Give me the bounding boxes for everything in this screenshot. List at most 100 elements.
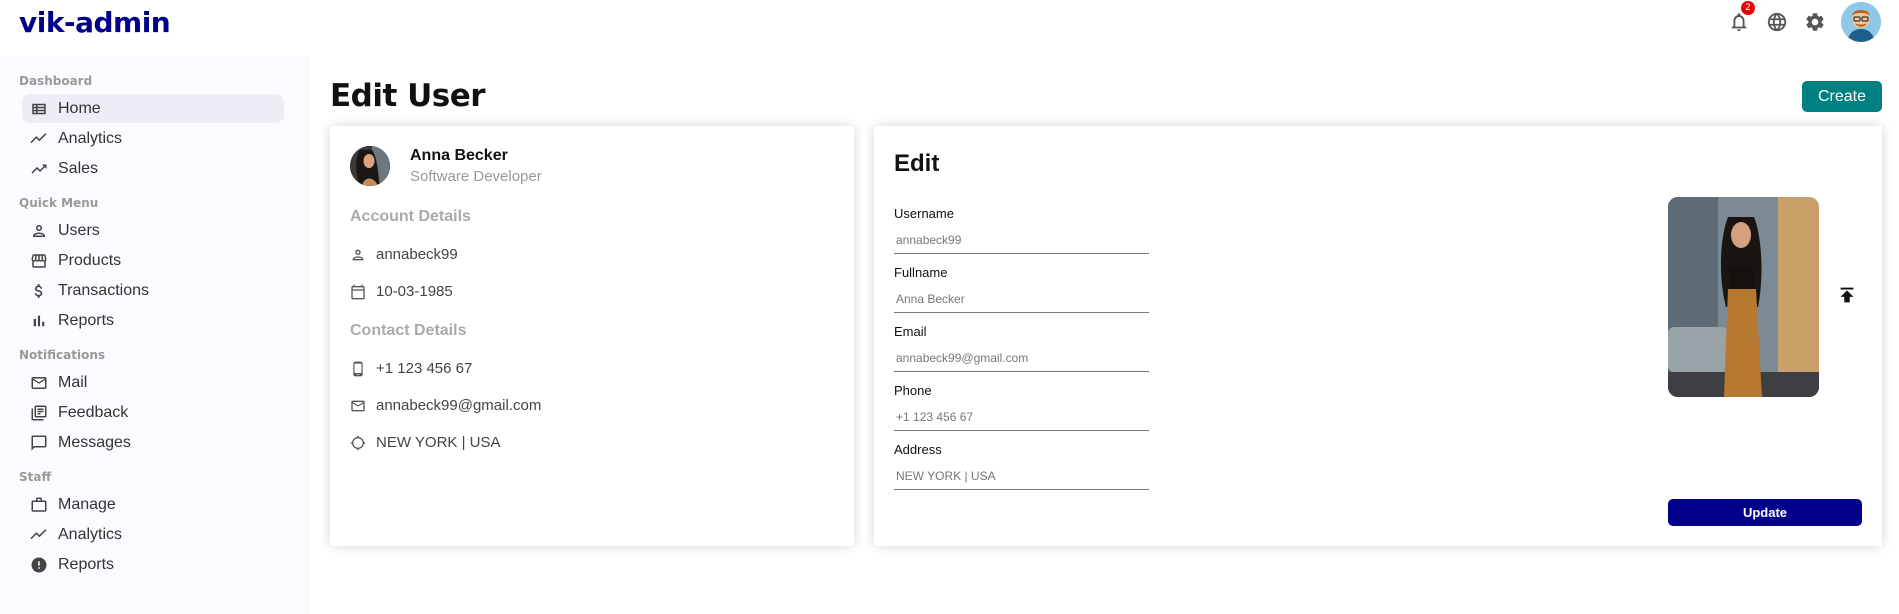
timeline-icon [30, 528, 47, 539]
language-icon[interactable] [1765, 10, 1789, 34]
birthday-value: 10-03-1985 [376, 283, 453, 300]
sidebar-item-label: Analytics [58, 525, 123, 543]
chat-icon [31, 435, 47, 450]
create-button[interactable]: Create [1802, 81, 1882, 112]
sidebar-item-label: Products [58, 251, 122, 269]
account-details-title: Account Details [350, 208, 471, 225]
sidebar-item-feedback[interactable]: Feedback [22, 398, 284, 427]
sidebar-item-staff-analytics[interactable]: Analytics [22, 520, 284, 549]
sidebar-section-staff: Staff Manage Analytics Reports [0, 470, 310, 579]
user-show-card: Anna Becker Software Developer Account D… [330, 126, 854, 546]
sidebar: Dashboard Home Analytics Sales Quick Men… [0, 56, 310, 614]
page-title: Edit User [330, 78, 486, 114]
username-label: Username [894, 206, 954, 221]
email-value: annabeck99@gmail.com [376, 397, 542, 414]
sidebar-item-messages[interactable]: Messages [22, 428, 284, 457]
sidebar-item-label: Sales [58, 159, 99, 177]
address-field[interactable] [894, 463, 1149, 490]
info-username: annabeck99 [350, 246, 834, 263]
sidebar-section-quick-menu: Quick Menu Users Products Transactions R… [0, 196, 310, 335]
phone-icon [353, 361, 363, 376]
sidebar-item-label: Users [58, 221, 100, 239]
topbar: vik-admin 2 [0, 0, 1899, 56]
mail-icon [351, 400, 365, 411]
sidebar-section-notifications: Notifications Mail Feedback Messages [0, 348, 310, 457]
sidebar-item-home[interactable]: Home [22, 94, 284, 123]
bar-chart-icon [33, 315, 45, 326]
upload-icon[interactable] [1836, 284, 1858, 306]
sidebar-item-users[interactable]: Users [22, 216, 284, 245]
topbar-icons: 2 [1727, 1, 1881, 42]
sidebar-item-label: Manage [58, 495, 116, 513]
sidebar-item-label: Home [58, 99, 101, 117]
sidebar-item-sales[interactable]: Sales [22, 154, 284, 183]
form-item-username: Username [894, 206, 1149, 254]
form-item-email: Email [894, 324, 1149, 372]
form-item-fullname: Fullname [894, 265, 1149, 313]
feedback-icon [31, 405, 47, 420]
user-avatar [350, 146, 390, 186]
sidebar-section-title: Dashboard [19, 74, 93, 88]
user-name: Anna Becker [410, 147, 508, 164]
user-icon [33, 224, 45, 237]
storefront-icon [31, 253, 47, 268]
phone-field[interactable] [894, 404, 1149, 431]
user-job: Software Developer [410, 168, 542, 185]
username-value: annabeck99 [376, 246, 458, 263]
email-field[interactable] [894, 345, 1149, 372]
info-address: NEW YORK | USA [350, 434, 834, 451]
sidebar-item-label: Mail [58, 373, 88, 391]
home-icon [32, 103, 46, 114]
fullname-field[interactable] [894, 286, 1149, 313]
settings-icon[interactable] [1803, 10, 1827, 34]
fullname-label: Fullname [894, 265, 948, 280]
contact-details-title: Contact Details [350, 322, 467, 339]
address-value: NEW YORK | USA [376, 434, 501, 451]
notifications-icon[interactable]: 2 [1727, 1, 1755, 34]
briefcase-icon [31, 497, 47, 512]
email-label: Email [894, 324, 927, 339]
sidebar-section-title: Notifications [19, 348, 106, 362]
sidebar-section-title: Quick Menu [19, 196, 99, 210]
sidebar-item-label: Reports [58, 555, 115, 573]
username-field[interactable] [894, 227, 1149, 254]
calendar-icon [351, 284, 365, 299]
sidebar-item-transactions[interactable]: Transactions [22, 276, 284, 305]
info-birthday: 10-03-1985 [350, 283, 834, 300]
sidebar-item-products[interactable]: Products [22, 246, 284, 275]
sidebar-item-reports[interactable]: Reports [22, 306, 284, 335]
address-label: Address [894, 442, 942, 457]
sidebar-section-title: Staff [19, 470, 52, 484]
phone-label: Phone [894, 383, 932, 398]
sidebar-item-staff-reports[interactable]: Reports [22, 550, 284, 579]
report-icon [31, 557, 47, 572]
trending-up-icon [31, 164, 47, 173]
sidebar-item-label: Reports [58, 311, 115, 329]
form-item-address: Address [894, 442, 1149, 490]
timeline-icon [30, 132, 47, 143]
user-show-title: Anna Becker Software Developer [410, 147, 542, 185]
dollar-icon [34, 283, 43, 298]
info-phone: +1 123 456 67 [350, 360, 834, 377]
notification-badge: 2 [1741, 1, 1755, 15]
sidebar-item-analytics[interactable]: Analytics [22, 124, 284, 153]
phone-value: +1 123 456 67 [376, 360, 473, 377]
sidebar-item-label: Transactions [58, 281, 149, 299]
sidebar-item-label: Analytics [58, 129, 123, 147]
user-edit-form: Username Fullname Email Phone Address [894, 206, 1149, 501]
sidebar-item-manage[interactable]: Manage [22, 490, 284, 519]
user-edit-card: Edit Username Fullname Email Phone Addre… [874, 126, 1882, 546]
sidebar-item-label: Feedback [58, 403, 129, 421]
app-logo[interactable]: vik-admin [19, 6, 171, 39]
user-upload-image [1668, 197, 1819, 397]
sidebar-item-mail[interactable]: Mail [22, 368, 284, 397]
user-show-header: Anna Becker Software Developer [350, 146, 834, 186]
form-item-phone: Phone [894, 383, 1149, 431]
info-email: annabeck99@gmail.com [350, 397, 834, 414]
user-icon [352, 249, 364, 260]
mail-icon [31, 376, 47, 389]
sidebar-section-dashboard: Dashboard Home Analytics Sales [0, 74, 310, 183]
update-button[interactable]: Update [1668, 499, 1862, 526]
topbar-avatar[interactable] [1841, 2, 1881, 42]
sidebar-item-label: Messages [58, 433, 131, 451]
